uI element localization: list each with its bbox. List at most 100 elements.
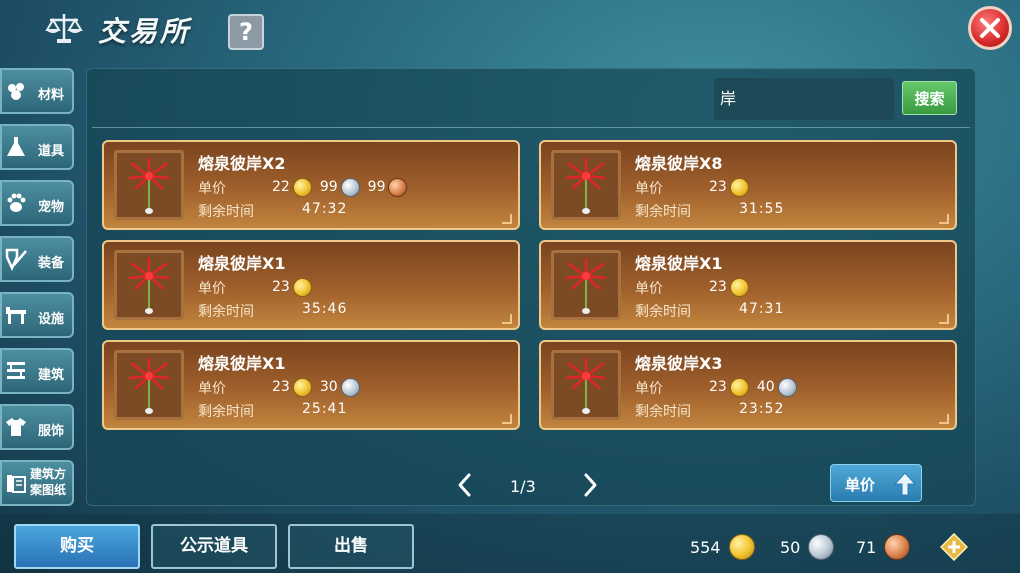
wallet-gold: 554	[690, 534, 755, 560]
listing-card[interactable]: 熔泉彼岸X1 单价 23 剩余时间 47:31	[539, 240, 957, 330]
silver-balance: 50	[780, 537, 801, 557]
page-indicator: 1/3	[510, 477, 536, 496]
time-remaining: 47:32	[302, 201, 348, 217]
price-value: 23 30	[272, 376, 368, 398]
time-label: 剩余时间	[635, 304, 691, 320]
search-input[interactable]	[714, 78, 894, 120]
price-value: 23 40	[709, 376, 805, 398]
gold-amount: 23	[709, 279, 727, 295]
listing-card[interactable]: 熔泉彼岸X1 单价 23 剩余时间 35:46	[102, 240, 520, 330]
price-label: 单价	[198, 381, 226, 397]
equipment-icon	[5, 248, 27, 271]
wallet-silver: 50	[780, 534, 835, 560]
silver-coin-icon	[808, 534, 835, 560]
gold-amount: 23	[272, 279, 290, 295]
silver-amount: 99	[319, 179, 338, 195]
title-bar: 交易所 ?	[0, 0, 1020, 62]
tab-sell[interactable]: 出售	[288, 524, 414, 569]
chevron-left-icon[interactable]	[455, 472, 475, 498]
corner-ornament	[939, 214, 949, 224]
price-label: 单价	[635, 181, 663, 197]
silver-coin-icon	[340, 177, 360, 197]
price-value: 23	[709, 176, 757, 198]
sidebar-item-clothing[interactable]: 服饰	[0, 404, 74, 450]
sidebar-item-label: 设施	[38, 312, 65, 327]
gold-coin-icon	[292, 377, 312, 397]
corner-ornament	[502, 314, 512, 324]
copper-coin-icon	[884, 534, 911, 560]
corner-ornament	[939, 414, 949, 424]
gold-coin-icon	[292, 177, 312, 197]
chevron-right-icon[interactable]	[580, 472, 600, 498]
item-name: 熔泉彼岸X2	[198, 154, 286, 173]
time-label: 剩余时间	[198, 404, 254, 420]
sidebar-item-materials[interactable]: 材料	[0, 68, 74, 114]
sidebar-item-label: 道具	[38, 144, 65, 159]
close-button[interactable]	[968, 6, 1012, 50]
divider	[92, 127, 970, 128]
listing-card[interactable]: 熔泉彼岸X1 单价 23 30 剩余时间 25:41	[102, 340, 520, 430]
sidebar-item-label: 宠物	[38, 200, 65, 215]
price-label: 单价	[635, 381, 663, 397]
tab-public-items[interactable]: 公示道具	[151, 524, 277, 569]
paw-icon	[7, 193, 26, 212]
item-name: 熔泉彼岸X8	[635, 154, 723, 173]
listing-card[interactable]: 熔泉彼岸X8 单价 23 剩余时间 31:55	[539, 140, 957, 230]
item-thumbnail	[114, 250, 184, 320]
price-label: 单价	[198, 181, 226, 197]
red-spider-lily-icon	[565, 357, 607, 414]
sidebar-item-label: 装备	[38, 256, 65, 271]
help-button[interactable]: ?	[228, 14, 264, 50]
sort-label: 单价	[845, 476, 876, 494]
scales-icon	[45, 14, 83, 43]
price-label: 单价	[198, 281, 226, 297]
add-currency-icon[interactable]	[940, 533, 968, 561]
facility-icon	[6, 307, 26, 324]
price-label: 单价	[635, 281, 663, 297]
silver-amount: 30	[319, 379, 338, 395]
silver-amount: 40	[756, 379, 775, 395]
red-spider-lily-icon	[565, 257, 607, 314]
sidebar-item-buildings[interactable]: 建筑	[0, 348, 74, 394]
sidebar-item-blueprints[interactable]: 建筑方案图纸	[0, 460, 74, 506]
time-label: 剩余时间	[635, 404, 691, 420]
item-thumbnail	[551, 150, 621, 220]
gold-coin-icon	[292, 277, 312, 297]
red-spider-lily-icon	[128, 157, 170, 214]
sidebar-item-items[interactable]: 道具	[0, 124, 74, 170]
sort-by-price-button[interactable]: 单价	[830, 464, 922, 502]
sidebar-item-label: 建筑	[38, 368, 65, 383]
item-thumbnail	[551, 350, 621, 420]
silver-coin-icon	[777, 377, 797, 397]
item-flask-icon	[7, 137, 25, 156]
red-spider-lily-icon	[565, 157, 607, 214]
sidebar-item-label: 服饰	[38, 424, 65, 439]
item-name: 熔泉彼岸X1	[198, 254, 286, 273]
sidebar-item-equipment[interactable]: 装备	[0, 236, 74, 282]
price-value: 23	[709, 276, 757, 298]
search-button[interactable]: 搜索	[902, 81, 957, 115]
corner-ornament	[502, 214, 512, 224]
corner-ornament	[502, 414, 512, 424]
wallet-copper: 71	[856, 534, 911, 560]
gold-amount: 23	[272, 379, 290, 395]
gold-amount: 23	[709, 179, 727, 195]
clothing-icon	[6, 418, 26, 436]
silver-coin-icon	[340, 377, 360, 397]
item-name: 熔泉彼岸X3	[635, 354, 723, 373]
red-spider-lily-icon	[128, 257, 170, 314]
price-value: 22 99 99	[272, 176, 415, 198]
item-name: 熔泉彼岸X1	[635, 254, 723, 273]
tab-buy[interactable]: 购买	[14, 524, 140, 569]
time-remaining: 23:52	[739, 401, 785, 417]
copper-amount: 99	[367, 179, 386, 195]
time-label: 剩余时间	[198, 304, 254, 320]
listing-card[interactable]: 熔泉彼岸X2 单价 22 99 99 剩余时间 47:32	[102, 140, 520, 230]
time-remaining: 25:41	[302, 401, 348, 417]
sidebar-item-facilities[interactable]: 设施	[0, 292, 74, 338]
listing-card[interactable]: 熔泉彼岸X3 单价 23 40 剩余时间 23:52	[539, 340, 957, 430]
item-thumbnail	[114, 350, 184, 420]
gold-coin-icon	[729, 277, 749, 297]
sidebar-item-pets[interactable]: 宠物	[0, 180, 74, 226]
gold-coin-icon	[728, 534, 755, 560]
